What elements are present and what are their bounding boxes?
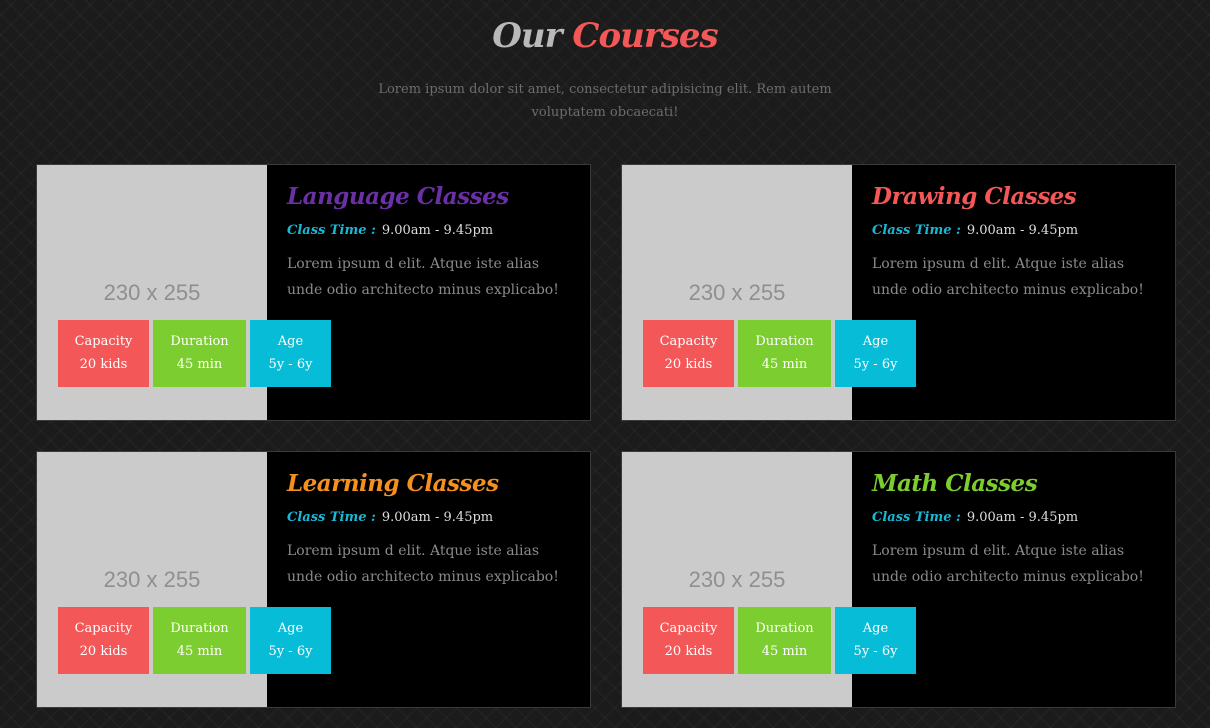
course-card-drawing[interactable]: 230 x 255 Drawing Classes Class Time :9.… <box>621 164 1176 421</box>
duration-label: Duration <box>170 621 229 636</box>
course-card-language[interactable]: 230 x 255 Language Classes Class Time :9… <box>36 164 591 421</box>
duration-box: Duration 45 min <box>153 320 246 387</box>
age-value: 5y - 6y <box>268 357 313 372</box>
age-label: Age <box>277 334 304 349</box>
capacity-value: 20 kids <box>664 644 713 659</box>
capacity-box: Capacity 20 kids <box>58 320 149 387</box>
class-time-label: Class Time : <box>872 510 961 525</box>
age-value: 5y - 6y <box>853 644 898 659</box>
course-description: Lorem ipsum d elit. Atque iste alias und… <box>287 543 559 585</box>
class-time-value: 9.00am - 9.45pm <box>381 510 494 525</box>
course-stats: Capacity 20 kids Duration 45 min Age 5y - 6… <box>58 320 331 387</box>
duration-value: 45 min <box>176 644 223 659</box>
course-title[interactable]: Math Classes <box>872 470 1162 504</box>
capacity-value: 20 kids <box>79 357 128 372</box>
duration-label: Duration <box>170 334 229 349</box>
capacity-label: Capacity <box>74 621 133 636</box>
course-title[interactable]: Drawing Classes <box>872 183 1162 217</box>
course-description: Lorem ipsum d elit. Atque iste alias und… <box>872 543 1144 585</box>
title-word-courses: Courses <box>572 16 718 56</box>
class-time-label: Class Time : <box>872 223 961 238</box>
duration-value: 45 min <box>176 357 223 372</box>
course-stats: Capacity 20 kids Duration 45 min Age 5y - 6… <box>643 607 916 674</box>
class-time-value: 9.00am - 9.45pm <box>381 223 494 238</box>
age-box: Age 5y - 6y <box>250 320 331 387</box>
class-time: Class Time : 9.00am - 9.45pm <box>287 510 577 532</box>
title-word-our: Our <box>492 16 562 56</box>
duration-value: 45 min <box>761 357 808 372</box>
age-box: Age 5y - 6y <box>250 607 331 674</box>
course-title[interactable]: Language Classes <box>287 183 577 217</box>
duration-label: Duration <box>755 621 814 636</box>
course-stats: Capacity 20 kids Duration 45 min Age 5y - 6… <box>643 320 916 387</box>
capacity-value: 20 kids <box>664 357 713 372</box>
duration-box: Duration 45 min <box>738 320 831 387</box>
duration-value: 45 min <box>761 644 808 659</box>
capacity-label: Capacity <box>74 334 133 349</box>
duration-box: Duration 45 min <box>738 607 831 674</box>
capacity-box: Capacity 20 kids <box>643 607 734 674</box>
course-title[interactable]: Learning Classes <box>287 470 577 504</box>
capacity-label: Capacity <box>659 621 718 636</box>
age-label: Age <box>862 334 889 349</box>
course-stats: Capacity 20 kids Duration 45 min Age 5y - 6… <box>58 607 331 674</box>
age-label: Age <box>277 621 304 636</box>
class-time-value: 9.00am - 9.45pm <box>966 510 1079 525</box>
course-card-learning[interactable]: 230 x 255 Learning Classes Class Time :9… <box>36 451 591 708</box>
age-value: 5y - 6y <box>853 357 898 372</box>
class-time: Class Time : 9.00am - 9.45pm <box>872 510 1162 532</box>
course-description: Lorem ipsum d elit. Atque iste alias und… <box>287 256 559 298</box>
duration-label: Duration <box>755 334 814 349</box>
section-title: Our Courses <box>0 16 1210 56</box>
section-subtitle: Lorem ipsum dolor sit amet, consectetur … <box>378 82 832 120</box>
class-time-label: Class Time : <box>287 510 376 525</box>
class-time-value: 9.00am - 9.45pm <box>966 223 1079 238</box>
capacity-value: 20 kids <box>79 644 128 659</box>
class-time-label: Class Time : <box>287 223 376 238</box>
duration-box: Duration 45 min <box>153 607 246 674</box>
course-description: Lorem ipsum d elit. Atque iste alias und… <box>872 256 1144 298</box>
capacity-box: Capacity 20 kids <box>643 320 734 387</box>
age-value: 5y - 6y <box>268 644 313 659</box>
age-box: Age 5y - 6y <box>835 607 916 674</box>
capacity-box: Capacity 20 kids <box>58 607 149 674</box>
age-box: Age 5y - 6y <box>835 320 916 387</box>
age-label: Age <box>862 621 889 636</box>
capacity-label: Capacity <box>659 334 718 349</box>
class-time: Class Time : 9.00am - 9.45pm <box>287 223 577 245</box>
course-card-math[interactable]: 230 x 255 Math Classes Class Time :9.00a… <box>621 451 1176 708</box>
class-time: Class Time : 9.00am - 9.45pm <box>872 223 1162 245</box>
